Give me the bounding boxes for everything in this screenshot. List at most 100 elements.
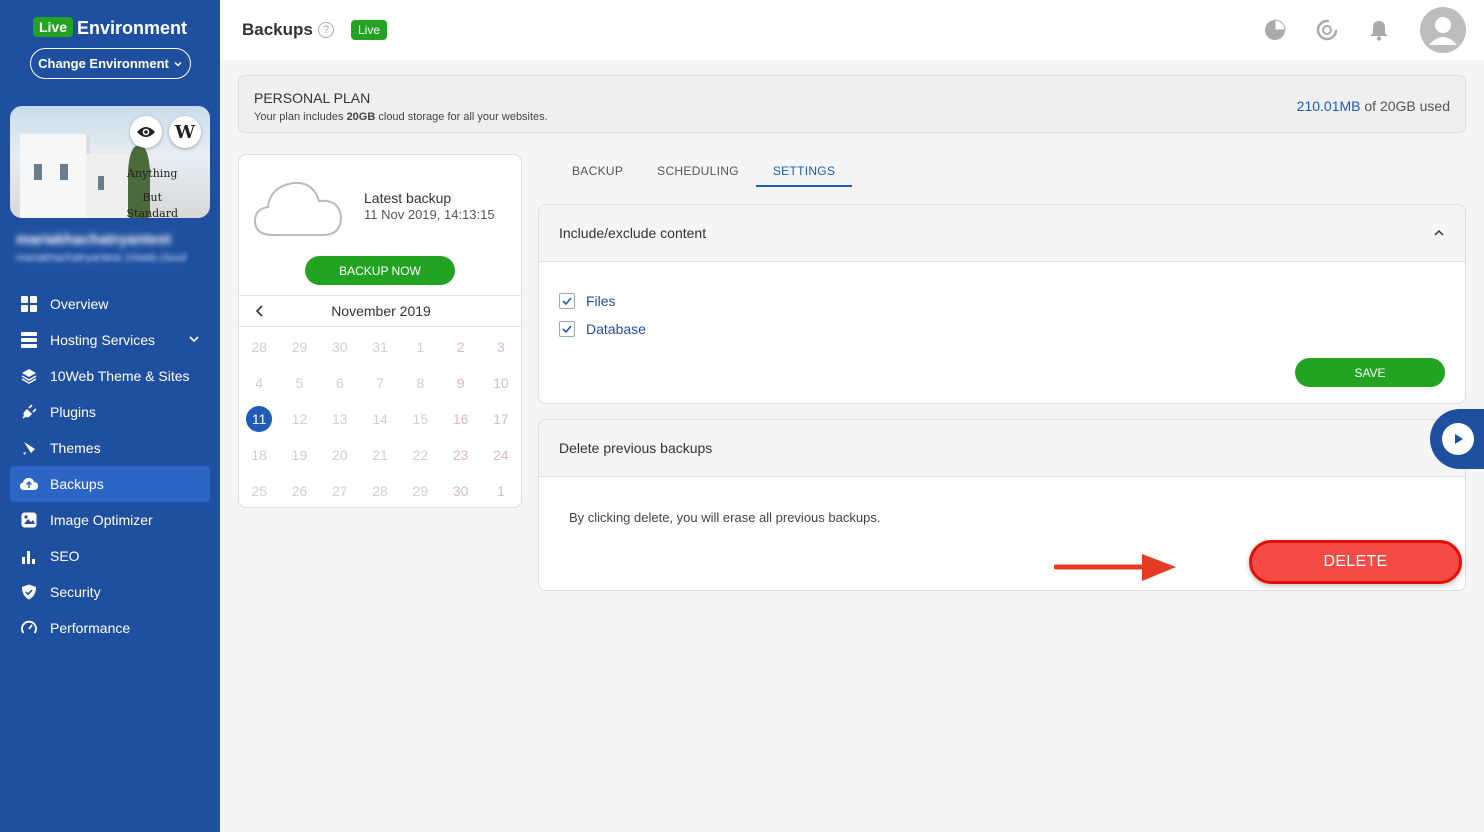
video-tutorial-button[interactable] bbox=[1430, 409, 1484, 469]
backup-now-button[interactable]: BACKUP NOW bbox=[305, 256, 455, 285]
sidebar-item-label: SEO bbox=[50, 548, 80, 564]
sidebar-item-image-optimizer[interactable]: Image Optimizer bbox=[10, 502, 210, 538]
sidebar-item-security[interactable]: Security bbox=[10, 574, 210, 610]
calendar-day[interactable]: 30 bbox=[320, 329, 360, 365]
calendar-day-label: 24 bbox=[493, 447, 509, 463]
calendar-day[interactable]: 26 bbox=[279, 473, 319, 507]
pie-chart-icon[interactable] bbox=[1263, 18, 1287, 42]
calendar-day[interactable]: 19 bbox=[279, 437, 319, 473]
calendar-day[interactable]: 20 bbox=[320, 437, 360, 473]
calendar-day[interactable]: 16 bbox=[440, 401, 480, 437]
tab-settings[interactable]: SETTINGS bbox=[755, 156, 853, 187]
calendar-day[interactable]: 30 bbox=[440, 473, 480, 507]
layers-icon bbox=[20, 367, 38, 385]
calendar-day[interactable]: 6 bbox=[320, 365, 360, 401]
checkbox-checked[interactable] bbox=[559, 321, 575, 337]
calendar-day[interactable]: 15 bbox=[400, 401, 440, 437]
calendar-day[interactable]: 7 bbox=[360, 365, 400, 401]
chevron-down-icon bbox=[189, 336, 199, 343]
calendar-day[interactable]: 1 bbox=[400, 329, 440, 365]
preview-eye-button[interactable] bbox=[130, 116, 162, 148]
thumbnail-window bbox=[34, 164, 42, 180]
calendar-day[interactable]: 1 bbox=[481, 473, 521, 507]
refresh-icon[interactable] bbox=[1315, 18, 1339, 42]
calendar-day[interactable]: 29 bbox=[279, 329, 319, 365]
delete-button[interactable]: DELETE bbox=[1249, 540, 1462, 584]
user-icon bbox=[1429, 17, 1457, 45]
avatar[interactable] bbox=[1420, 7, 1466, 53]
thumbnail-building bbox=[20, 134, 90, 218]
calendar-day[interactable]: 24 bbox=[481, 437, 521, 473]
thumbnail-window bbox=[98, 176, 104, 190]
tab-backup[interactable]: BACKUP bbox=[555, 156, 640, 187]
sidebar-item-10web-theme-sites[interactable]: 10Web Theme & Sites bbox=[10, 358, 210, 394]
calendar-day[interactable]: 13 bbox=[320, 401, 360, 437]
panel-title: Delete previous backups bbox=[559, 440, 713, 456]
plan-desc-text: cloud storage for all your websites. bbox=[375, 111, 548, 123]
help-icon[interactable]: ? bbox=[318, 22, 334, 38]
calendar-day[interactable]: 9 bbox=[440, 365, 480, 401]
checkbox-checked[interactable] bbox=[559, 293, 575, 309]
calendar-day[interactable]: 21 bbox=[360, 437, 400, 473]
wordpress-button[interactable]: W bbox=[169, 116, 201, 148]
sidebar-item-themes[interactable]: Themes bbox=[10, 430, 210, 466]
sidebar-item-performance[interactable]: Performance bbox=[10, 610, 210, 646]
calendar-day[interactable]: 8 bbox=[400, 365, 440, 401]
calendar-day[interactable]: 31 bbox=[360, 329, 400, 365]
calendar-day[interactable]: 3 bbox=[481, 329, 521, 365]
calendar-day[interactable]: 4 bbox=[239, 365, 279, 401]
save-button[interactable]: SAVE bbox=[1295, 358, 1445, 387]
files-checkbox[interactable]: Files bbox=[559, 293, 616, 309]
calendar-day[interactable]: 22 bbox=[400, 437, 440, 473]
calendar-day-label: 19 bbox=[291, 447, 308, 463]
calendar-day[interactable]: 5 bbox=[279, 365, 319, 401]
site-name: mariakhachatryantest bbox=[16, 231, 172, 248]
storage-used-total: of 20GB used bbox=[1360, 98, 1450, 114]
database-checkbox[interactable]: Database bbox=[559, 321, 646, 337]
plan-description: Your plan includes 20GB cloud storage fo… bbox=[254, 111, 548, 123]
calendar-month: November 2019 bbox=[331, 303, 431, 319]
calendar-day[interactable]: 29 bbox=[400, 473, 440, 507]
sidebar-item-label: Performance bbox=[50, 620, 131, 636]
bell-icon[interactable] bbox=[1367, 18, 1391, 42]
calendar-day[interactable]: 23 bbox=[440, 437, 480, 473]
calendar-day[interactable]: 10 bbox=[481, 365, 521, 401]
sidebar-item-backups[interactable]: Backups bbox=[10, 466, 210, 502]
calendar-day[interactable]: 17 bbox=[481, 401, 521, 437]
sidebar-item-label: Plugins bbox=[50, 404, 96, 420]
calendar-day-label: 22 bbox=[412, 447, 429, 463]
change-environment-button[interactable]: Change Environment bbox=[30, 48, 191, 79]
calendar-day-label: 4 bbox=[255, 375, 264, 391]
plan-desc-text: Your plan includes bbox=[254, 111, 347, 123]
site-caption: Anything But Standard bbox=[127, 166, 179, 218]
calendar-grid: 28 29 30 31 1 2 3 4 5 6 7 8 9 10 11 12 13 14 15 16 17 18 19 20 2… bbox=[239, 329, 521, 507]
calendar-day[interactable]: 18 bbox=[239, 437, 279, 473]
calendar-day[interactable]: 28 bbox=[239, 329, 279, 365]
calendar-day[interactable]: 27 bbox=[320, 473, 360, 507]
thumbnail-window bbox=[60, 164, 68, 180]
sidebar-item-seo[interactable]: SEO bbox=[10, 538, 210, 574]
calendar-day-selected[interactable]: 11 bbox=[239, 401, 279, 437]
calendar-day-label: 1 bbox=[416, 339, 425, 355]
sidebar-item-overview[interactable]: Overview bbox=[10, 286, 210, 322]
sidebar-item-plugins[interactable]: Plugins bbox=[10, 394, 210, 430]
plan-bar: PERSONAL PLAN Your plan includes 20GB cl… bbox=[238, 75, 1466, 133]
sidebar-item-hosting-services[interactable]: Hosting Services bbox=[10, 322, 210, 358]
calendar-day[interactable]: 25 bbox=[239, 473, 279, 507]
include-exclude-header[interactable]: Include/exclude content bbox=[539, 205, 1465, 262]
calendar-day[interactable]: 2 bbox=[440, 329, 480, 365]
tab-scheduling[interactable]: SCHEDULING bbox=[640, 156, 756, 187]
sidebar-item-label: Hosting Services bbox=[50, 332, 156, 348]
delete-backups-header[interactable]: Delete previous backups bbox=[539, 420, 1465, 477]
latest-backup-card: Latest backup 11 Nov 2019, 14:13:15 BACK… bbox=[238, 154, 522, 508]
plug-icon bbox=[20, 403, 38, 421]
calendar-day[interactable]: 12 bbox=[279, 401, 319, 437]
sidebar: Live Environment Change Environment Anyth… bbox=[0, 0, 220, 832]
eye-icon bbox=[137, 127, 155, 137]
calendar-day[interactable]: 14 bbox=[360, 401, 400, 437]
image-icon bbox=[20, 511, 38, 529]
chevron-up-icon[interactable] bbox=[1433, 227, 1445, 239]
environment-title: Live Environment bbox=[0, 17, 220, 39]
caption-line: But bbox=[142, 191, 163, 204]
calendar-day[interactable]: 28 bbox=[360, 473, 400, 507]
